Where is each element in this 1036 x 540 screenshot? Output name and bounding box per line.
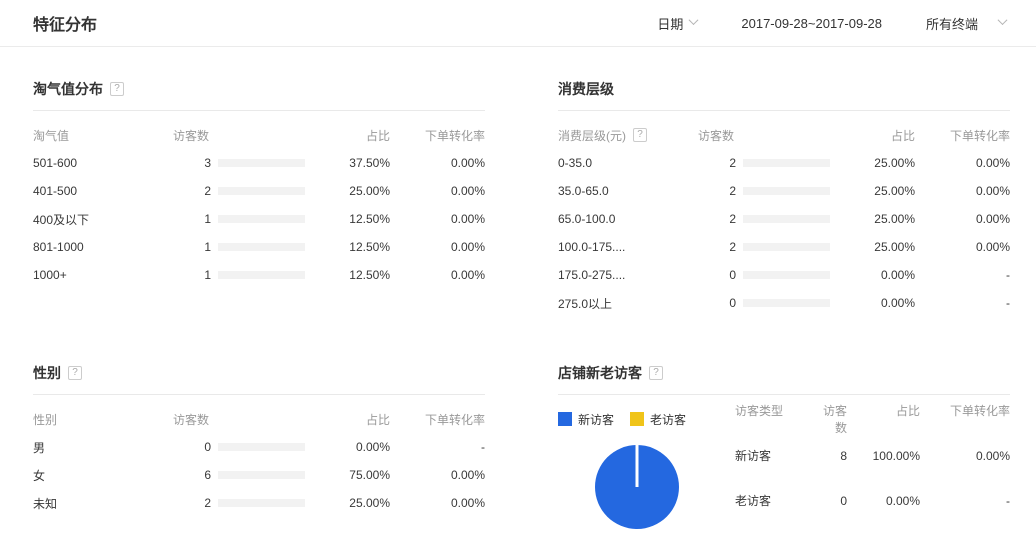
col-visitors: 访客数 [815, 402, 847, 436]
date-type-label: 日期 [657, 14, 683, 33]
col-label: 淘气值 [33, 127, 173, 144]
col-conversion: 下单转化率 [390, 127, 485, 144]
col-share: 占比 [310, 411, 390, 428]
bar-track [743, 187, 830, 195]
table-row: 老访客 0 0.00% - [735, 478, 1010, 523]
help-icon[interactable]: ? [649, 366, 663, 380]
legend-item-old-visitor: 老访客 [630, 411, 686, 428]
col-share: 占比 [835, 127, 915, 144]
date-type-dropdown[interactable]: 日期 [657, 14, 697, 33]
col-label: 消费层级(元) [558, 127, 626, 144]
bar-track [218, 159, 305, 167]
table-row: 275.0以上 0 0.00% - [558, 289, 1010, 317]
panel-taoqi-distribution: 淘气值分布 ? 淘气值 访客数 占比 下单转化率 501-600 3 37.50… [33, 79, 485, 317]
help-icon[interactable]: ? [633, 128, 647, 142]
table-row: 801-1000 1 12.50% 0.00% [33, 233, 485, 261]
date-range-value: 2017-09-28~2017-09-28 [741, 16, 882, 31]
pie-legend: 新访客 老访客 [558, 411, 735, 428]
bar-track [218, 187, 305, 195]
bar-track [218, 499, 305, 507]
bar-track [218, 471, 305, 479]
bar-track [218, 271, 305, 279]
table-row: 100.0-175.... 2 25.00% 0.00% [558, 233, 1010, 261]
panel-title: 淘气值分布 [33, 79, 103, 99]
table-row: 未知 2 25.00% 0.00% [33, 489, 485, 517]
date-range-picker[interactable]: 2017-09-28~2017-09-28 [741, 16, 882, 31]
col-visitors: 访客数 [173, 411, 209, 428]
col-label: 访客类型 [735, 402, 815, 436]
table-row: 男 0 0.00% - [33, 433, 485, 461]
col-visitors: 访客数 [173, 127, 209, 144]
bar-track [743, 159, 830, 167]
table-row: 400及以下 1 12.50% 0.00% [33, 205, 485, 233]
legend-swatch-blue [558, 412, 572, 426]
panel-gender: 性别 ? 性别 访客数 占比 下单转化率 男 0 0.00% - 女 6 75.… [33, 363, 485, 529]
terminal-label: 所有终端 [926, 14, 978, 33]
panel-consumption-level: 消费层级 消费层级(元) ? 访客数 占比 下单转化率 0-35.0 2 25.… [558, 79, 1010, 317]
bar-track [218, 215, 305, 223]
col-conversion: 下单转化率 [920, 402, 1010, 436]
table-row: 新访客 8 100.00% 0.00% [735, 433, 1010, 478]
table-header: 消费层级(元) ? 访客数 占比 下单转化率 [558, 121, 1010, 149]
bar-track [743, 243, 830, 251]
bar-track [218, 443, 305, 451]
terminal-dropdown[interactable]: 所有终端 [926, 14, 1006, 33]
filter-bar: 日期 2017-09-28~2017-09-28 所有终端 [657, 14, 1006, 33]
panel-visitor-type: 店铺新老访客 ? 新访客 老访客 访客类型 访客数 占比 下单转化率 [558, 363, 1010, 529]
bar-track [743, 215, 830, 223]
col-label: 性别 [33, 411, 173, 428]
help-icon[interactable]: ? [110, 82, 124, 96]
col-share: 占比 [310, 127, 390, 144]
panel-title: 店铺新老访客 [558, 363, 642, 383]
panel-title: 性别 [33, 363, 61, 383]
pie-slice-divider [636, 445, 639, 487]
bar-track [218, 243, 305, 251]
legend-swatch-yellow [630, 412, 644, 426]
table-row: 0-35.0 2 25.00% 0.00% [558, 149, 1010, 177]
table-row: 1000+ 1 12.50% 0.00% [33, 261, 485, 289]
table-row: 65.0-100.0 2 25.00% 0.00% [558, 205, 1010, 233]
top-bar: 特征分布 日期 2017-09-28~2017-09-28 所有终端 [0, 0, 1036, 47]
page-title: 特征分布 [33, 11, 97, 35]
col-conversion: 下单转化率 [390, 411, 485, 428]
pie-chart [595, 445, 679, 529]
bar-track [743, 299, 830, 307]
chevron-down-icon [998, 15, 1008, 25]
table-row: 175.0-275.... 0 0.00% - [558, 261, 1010, 289]
col-share: 占比 [847, 402, 920, 436]
table-row: 501-600 3 37.50% 0.00% [33, 149, 485, 177]
legend-item-new-visitor: 新访客 [558, 411, 614, 428]
bar-track [743, 271, 830, 279]
table-row: 女 6 75.00% 0.00% [33, 461, 485, 489]
panels-grid: 淘气值分布 ? 淘气值 访客数 占比 下单转化率 501-600 3 37.50… [0, 47, 1036, 529]
help-icon[interactable]: ? [68, 366, 82, 380]
table-header: 性别 访客数 占比 下单转化率 [33, 405, 485, 433]
col-conversion: 下单转化率 [915, 127, 1010, 144]
table-header: 新访客 老访客 访客类型 访客数 占比 下单转化率 [558, 405, 1010, 433]
table-header: 淘气值 访客数 占比 下单转化率 [33, 121, 485, 149]
table-row: 35.0-65.0 2 25.00% 0.00% [558, 177, 1010, 205]
col-visitors: 访客数 [698, 127, 734, 144]
table-row: 401-500 2 25.00% 0.00% [33, 177, 485, 205]
panel-title: 消费层级 [558, 79, 614, 99]
chevron-down-icon [689, 15, 699, 25]
